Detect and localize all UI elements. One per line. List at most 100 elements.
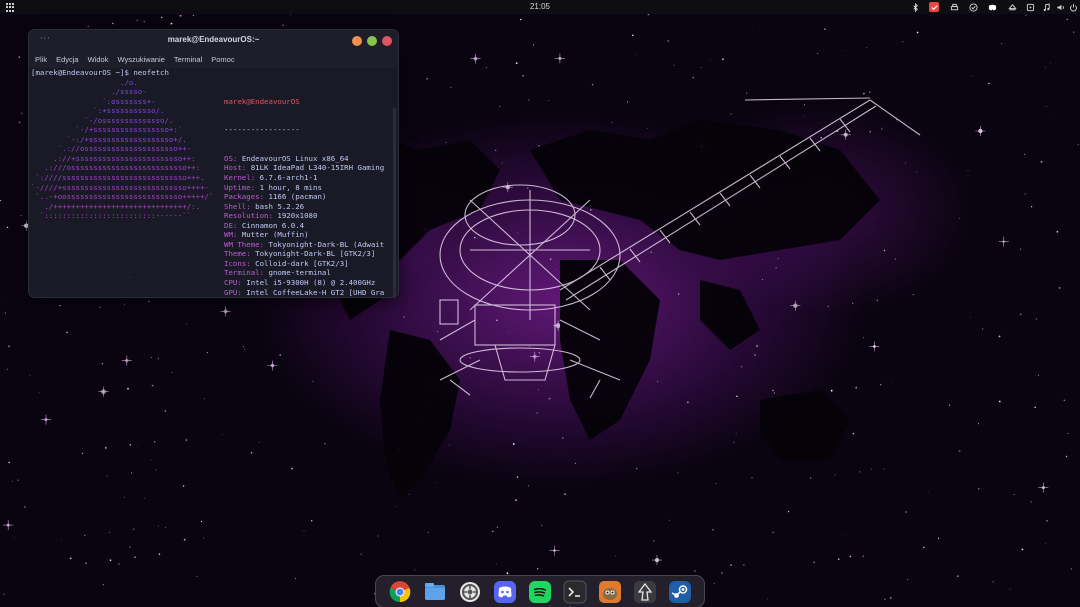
terminal-window[interactable]: ··· marek@EndeavourOS:~ Plik Edycja Wido… (28, 29, 399, 298)
discord-icon[interactable] (987, 2, 997, 12)
star (501, 162, 503, 164)
minimize-button[interactable] (352, 36, 362, 46)
star (291, 467, 293, 470)
eject-icon[interactable] (1007, 2, 1017, 12)
star (863, 337, 864, 339)
star (360, 553, 362, 555)
top-panel: 21:05 (0, 0, 1080, 14)
star (740, 366, 743, 368)
power-icon[interactable] (1068, 2, 1078, 12)
star (101, 363, 103, 365)
inkscape-icon[interactable] (633, 580, 657, 604)
star (773, 392, 775, 394)
star (956, 575, 959, 578)
star (143, 20, 146, 23)
star (970, 317, 971, 319)
star (290, 14, 292, 16)
menu-search[interactable]: Wyszukiwanie (117, 55, 164, 64)
star (150, 459, 152, 461)
star (1000, 43, 1002, 45)
menu-edit[interactable]: Edycja (56, 55, 79, 64)
star (635, 54, 637, 55)
maximize-button[interactable] (367, 36, 377, 46)
star (855, 386, 857, 389)
check-circle-icon[interactable] (968, 2, 978, 12)
star (817, 53, 819, 54)
notification-badge-icon[interactable] (1025, 2, 1035, 12)
star (1077, 143, 1079, 146)
star (127, 387, 129, 390)
steam-icon[interactable] (668, 580, 692, 604)
dock (375, 575, 705, 607)
info-row: WM: Mutter (Muffin) (224, 230, 384, 240)
star-flare (554, 53, 565, 64)
star (635, 467, 638, 470)
menu-file[interactable]: Plik (35, 55, 47, 64)
info-row: Icons: Colloid-dark [GTK2/3] (224, 259, 384, 269)
star (574, 462, 577, 464)
star (923, 546, 925, 549)
chrome-icon[interactable] (388, 580, 412, 604)
bluetooth-icon[interactable] (910, 2, 920, 12)
star (862, 555, 864, 557)
close-button[interactable] (382, 36, 392, 46)
star (982, 328, 984, 330)
info-label: CPU: (224, 277, 247, 287)
star (928, 492, 929, 493)
star (673, 64, 675, 66)
star (804, 104, 806, 106)
star (1035, 318, 1037, 320)
info-row: Host: 81LK IdeaPad L340-15IRH Gaming (224, 163, 384, 173)
menu-view[interactable]: Widok (88, 55, 109, 64)
star (591, 83, 594, 86)
terminal-titlebar[interactable]: ··· marek@EndeavourOS:~ (29, 30, 398, 51)
star (646, 127, 648, 129)
star (647, 13, 650, 16)
terminal-menubar: Plik Edycja Widok Wyszukiwanie Terminal … (29, 51, 398, 68)
star (528, 99, 530, 101)
music-icon[interactable] (1041, 2, 1051, 12)
star (303, 530, 305, 532)
star-flare (121, 355, 132, 366)
discord-icon[interactable] (493, 580, 517, 604)
star (873, 215, 874, 217)
star (112, 22, 114, 25)
star (834, 474, 836, 476)
star (499, 106, 501, 108)
terminal-output[interactable]: [marek@EndeavourOS ~]$ neofetch ./o. ./s… (29, 68, 398, 297)
calendar-app-icon[interactable] (929, 2, 939, 12)
star (772, 389, 774, 392)
printer-icon[interactable] (949, 2, 959, 12)
star (87, 25, 90, 28)
terminal-scrollbar[interactable] (393, 108, 396, 297)
star (555, 269, 557, 270)
ascii-line: `-/ossssssssssssso/. (31, 115, 174, 125)
settings-icon[interactable] (458, 580, 482, 604)
star (517, 232, 519, 234)
star (1070, 568, 1073, 570)
star (242, 346, 245, 348)
star (746, 92, 748, 94)
menu-help[interactable]: Pomoc (211, 55, 234, 64)
star (183, 538, 186, 541)
star (772, 531, 774, 534)
volume-icon[interactable] (1055, 2, 1065, 12)
star (1045, 106, 1047, 108)
ascii-line: `:::::::::::::::::::::::::------`` (31, 211, 192, 221)
spotify-icon[interactable] (528, 580, 552, 604)
star (182, 485, 185, 487)
menu-terminal[interactable]: Terminal (174, 55, 202, 64)
info-label: Shell: (224, 201, 256, 211)
info-row: WM Theme: Tokyonight-Dark-BL (Adwait (224, 240, 384, 250)
star (852, 433, 855, 435)
star (7, 226, 9, 228)
star (938, 537, 940, 539)
star (151, 384, 154, 387)
star (1021, 548, 1024, 551)
star (486, 274, 488, 275)
terminal-icon[interactable] (563, 580, 587, 604)
star (66, 331, 68, 334)
gimp-icon[interactable] (598, 580, 622, 604)
star (1034, 406, 1036, 409)
files-icon[interactable] (423, 580, 447, 604)
